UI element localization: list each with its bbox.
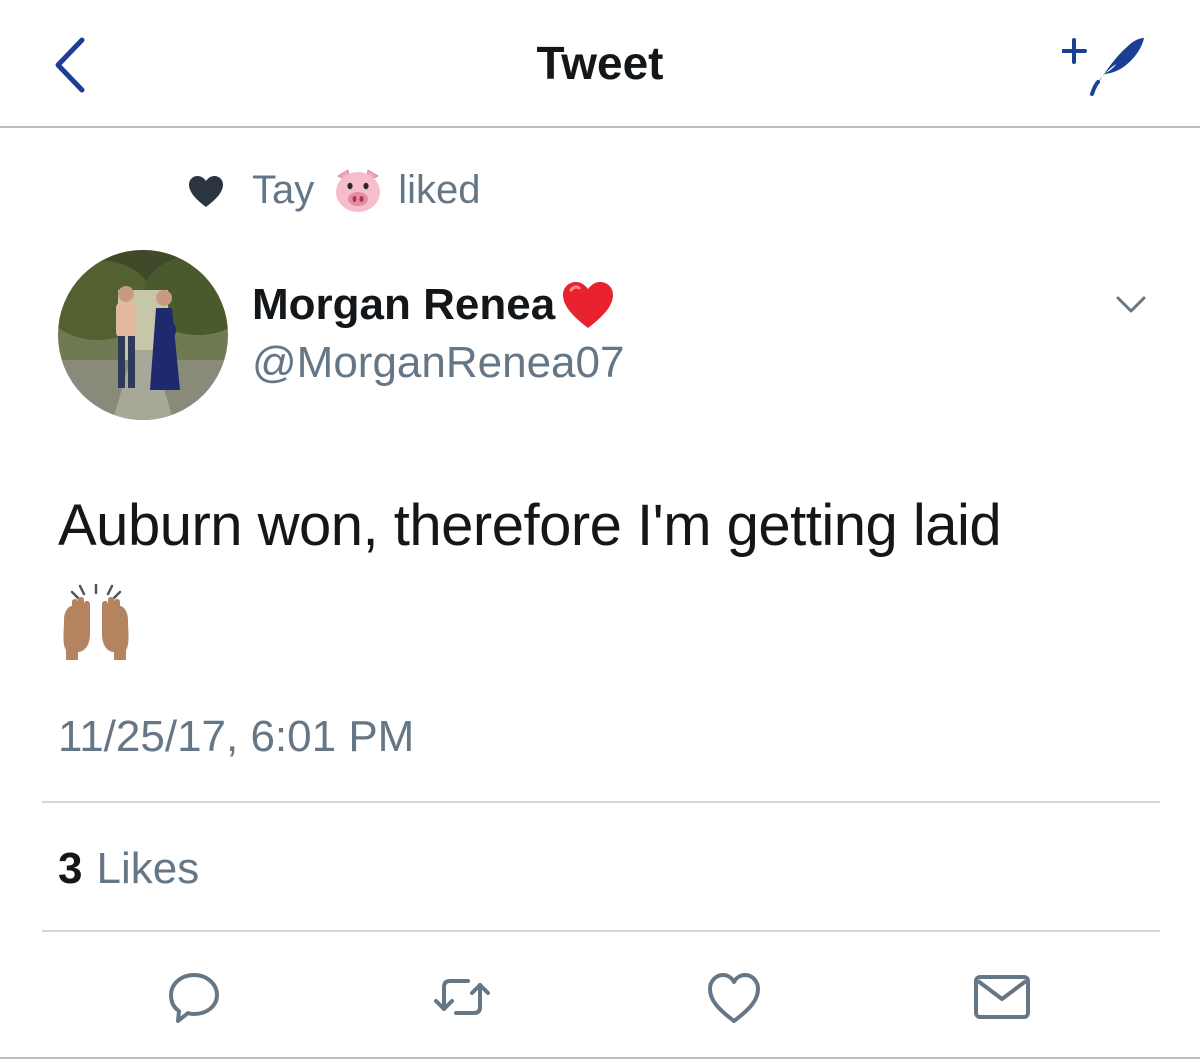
direct-message-button[interactable] (970, 965, 1034, 1029)
likes-count[interactable]: 3 Likes (58, 844, 199, 894)
likes-number: 3 (58, 844, 83, 893)
like-button[interactable] (702, 965, 766, 1029)
author-handle[interactable]: @MorganRenea07 (252, 338, 624, 388)
retweet-icon (434, 979, 490, 1015)
social-context: Tay liked (252, 166, 481, 214)
raising-hands-emoji (63, 584, 129, 660)
avatar-photo (58, 250, 228, 420)
reply-bubble-icon (169, 973, 219, 1023)
likes-label: Likes (96, 844, 200, 893)
tweet-text: Auburn won, therefore I'm getting laid (58, 493, 1002, 558)
retweet-button[interactable] (430, 965, 494, 1029)
timestamp: 11/25/17, 6:01 PM (58, 712, 415, 761)
reply-button[interactable] (162, 965, 226, 1029)
author-name-text: Morgan Renea (252, 280, 556, 329)
header-divider (0, 126, 1200, 128)
heart-outline-icon (708, 973, 760, 1023)
divider (42, 801, 1160, 803)
envelope-icon (974, 975, 1030, 1019)
chevron-down-icon (1116, 296, 1146, 313)
pig-face-emoji (336, 169, 381, 212)
more-options-button[interactable] (1106, 286, 1156, 326)
page-title: Tweet (536, 37, 664, 89)
author-name[interactable]: Morgan Renea (252, 278, 617, 332)
red-heart-emoji (563, 282, 614, 328)
divider (42, 930, 1160, 932)
compose-feather-icon (1061, 38, 1144, 96)
social-action: liked (398, 167, 481, 212)
liker-name[interactable]: Tay (252, 168, 314, 213)
compose-tweet-button[interactable] (1061, 28, 1152, 104)
heart-icon (189, 176, 223, 207)
avatar[interactable] (58, 250, 228, 420)
